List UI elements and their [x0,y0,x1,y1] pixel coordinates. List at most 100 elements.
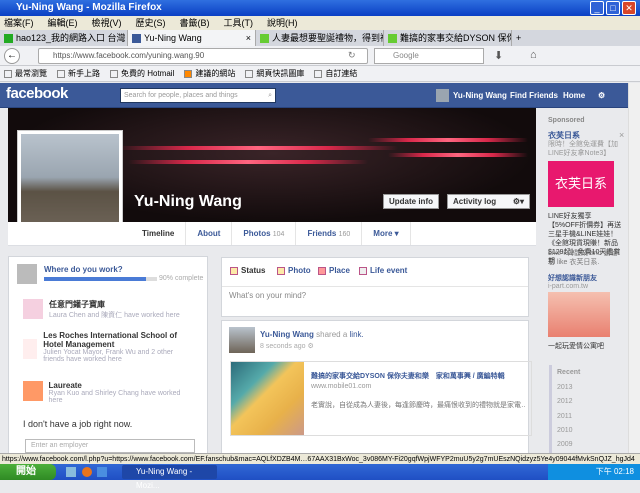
bookmark-item[interactable]: 建議的網站 [184,66,235,81]
menu-help[interactable]: 說明(H) [267,16,298,30]
link-thumbnail [231,362,304,435]
browser-tab-active[interactable]: Yu-Ning Wang × [128,30,256,46]
taskbar-firefox-window[interactable]: Yu-Ning Wang - Mozi... [122,465,217,490]
bookmark-icon [57,69,65,78]
employer-name: Les Roches International School of Hotel… [43,331,178,349]
user-name-link[interactable]: Yu-Ning Wang [453,83,507,108]
bookmark-item[interactable]: 自訂連結 [314,66,357,81]
window-title: Yu-Ning Wang - Mozilla Firefox [16,2,162,13]
user-avatar[interactable] [436,89,449,102]
job-suggestion[interactable]: Laureate Ryan Kuo and Shirley Chang have … [23,381,193,404]
scrubber-year[interactable]: 2009 [557,440,573,449]
bookmarks-toolbar: 最常瀏覽 新手上路 免費的 Hotmail 建議的網站 網頁快訊圖庫 自訂連結 [0,66,640,82]
new-tab-button[interactable]: + [512,30,526,46]
ad-like-line[interactable]: Like · 梅馥娟 and 劉怡君 like 衣芙日系. [548,249,624,268]
shared-link-card[interactable]: 難搞的家事交給DYSON 保你夫妻和樂 家和萬事興 / 廣編特輯 www.mob… [230,361,532,436]
profile-picture[interactable] [17,130,123,234]
cover-light-streak [368,138,528,142]
status-icon [230,266,238,275]
composer-tab-photo[interactable]: Photo [277,266,311,275]
system-tray: 下午 02:18 [548,464,640,480]
quicklaunch-ie-icon[interactable] [97,467,107,477]
ad2-domain: i-part.com.tw [548,283,589,290]
cover-light-streak [118,146,398,150]
bookmark-icon [4,69,12,78]
composer-tab-life-event[interactable]: Life event [359,266,407,275]
menu-bookmarks[interactable]: 書籤(B) [180,16,210,30]
close-button[interactable]: ✕ [622,1,636,15]
menu-file[interactable]: 檔案(F) [4,16,34,30]
job-suggestion[interactable]: 任意門鑵子寶庫 Laura Chen and 陳資仁 have worked he… [23,299,193,320]
url-bar[interactable]: https://www.facebook.com/yuning.wang.90 [38,48,368,64]
tab-bar: hao123_我的網路入口 台灣 Yu-Ning Wang × 人妻最想要聖誕禮物… [0,30,640,46]
window-titlebar: Yu-Ning Wang - Mozilla Firefox [0,0,640,16]
quicklaunch-firefox-icon[interactable] [82,467,92,477]
tab-more[interactable]: More ▾ [362,222,411,245]
maximize-button[interactable]: □ [606,1,620,15]
tab-friends[interactable]: Friends 160 [296,222,363,245]
bookmark-item[interactable]: 新手上路 [57,66,100,81]
back-button[interactable]: ← [4,48,20,64]
settings-gear-icon[interactable]: ⚙ [598,83,605,108]
bookmark-item[interactable]: 網頁快訊圖庫 [245,66,304,81]
scrubber-recent[interactable]: Recent [557,368,580,377]
scrubber-year[interactable]: 2010 [557,426,573,435]
browser-tab[interactable]: 難搞的家事交給DYSON 保你夫妻和… [384,30,512,46]
find-friends-link[interactable]: Find Friends [510,83,558,108]
search-bar[interactable]: Google [374,48,484,64]
composer-tab-status[interactable]: Status [230,266,265,275]
link-word[interactable]: link. [350,330,364,339]
quicklaunch-desktop-icon[interactable] [66,467,76,477]
employer-input[interactable]: Enter an employer [25,439,195,453]
composer-tab-place[interactable]: Place [318,266,350,275]
facebook-search-input[interactable]: Search for people, places and things ⌕ [120,88,276,103]
mobile01-icon [388,33,397,43]
ad2-image[interactable] [548,292,610,337]
bookmark-label: 新手上路 [68,68,100,78]
browser-tab[interactable]: hao123_我的網路入口 台灣 [0,30,128,46]
ad-close-icon[interactable]: × [619,130,624,140]
tab-label: More [373,229,393,238]
hao123-icon [4,33,13,43]
menu-history[interactable]: 歷史(S) [136,16,166,30]
scrubber-year[interactable]: 2012 [557,397,573,406]
author-avatar[interactable] [229,327,255,353]
ad-image[interactable]: 衣芙日系 [548,161,614,207]
scrubber-year[interactable]: 2011 [557,412,572,421]
profile-name[interactable]: Yu-Ning Wang [134,193,242,211]
menu-tools[interactable]: 工具(T) [224,16,254,30]
menu-edit[interactable]: 編輯(E) [48,16,78,30]
update-info-button[interactable]: Update info [383,194,439,209]
ad2-caption: 一起玩愛情公寓吧 [548,343,604,350]
no-job-option[interactable]: I don't have a job right now. [23,419,132,429]
tab-about[interactable]: About [186,222,233,245]
tab-timeline[interactable]: Timeline [131,222,187,245]
tab-photos[interactable]: Photos 104 [232,222,297,245]
home-icon[interactable]: ⌂ [530,49,537,61]
scrubber-year[interactable]: 2013 [557,383,573,392]
page-scrollbar[interactable] [628,83,640,453]
start-button[interactable]: 開始 [0,464,56,480]
home-link[interactable]: Home [563,83,585,108]
status-input[interactable]: What's on your mind? [222,286,528,316]
menu-view[interactable]: 檢視(V) [92,16,122,30]
activity-log-button[interactable]: Activity log ⚙▾ [447,194,530,209]
job-suggestion[interactable]: Les Roches International School of Hotel… [23,331,193,363]
ad-subtitle: 限時！全館免運費【加LINE好友拿Note3】 [548,141,618,157]
reload-icon[interactable]: ↻ [348,50,356,61]
tab-label: About [197,229,221,238]
tab-close-icon[interactable]: × [246,30,251,46]
browser-tab[interactable]: 人妻最想要聖誕禮物，得到禮物的員… [256,30,384,46]
story-timestamp[interactable]: 8 seconds ago [260,343,306,350]
search-icon[interactable]: ⌕ [268,89,272,102]
audience-icon[interactable]: ⚙ [308,343,314,350]
tab-label: Timeline [142,229,175,238]
facebook-icon [132,33,141,43]
link-title[interactable]: 難搞的家事交給DYSON 保你夫妻和樂 家和萬事興 / 廣編特輯 [311,371,526,381]
download-icon[interactable]: ⬇ [494,49,503,62]
minimize-button[interactable]: _ [590,1,604,15]
facebook-logo[interactable]: facebook [6,85,68,102]
bookmark-item[interactable]: 最常瀏覽 [4,66,47,81]
author-link[interactable]: Yu-Ning Wang [260,330,314,339]
bookmark-item[interactable]: 免費的 Hotmail [110,66,174,81]
